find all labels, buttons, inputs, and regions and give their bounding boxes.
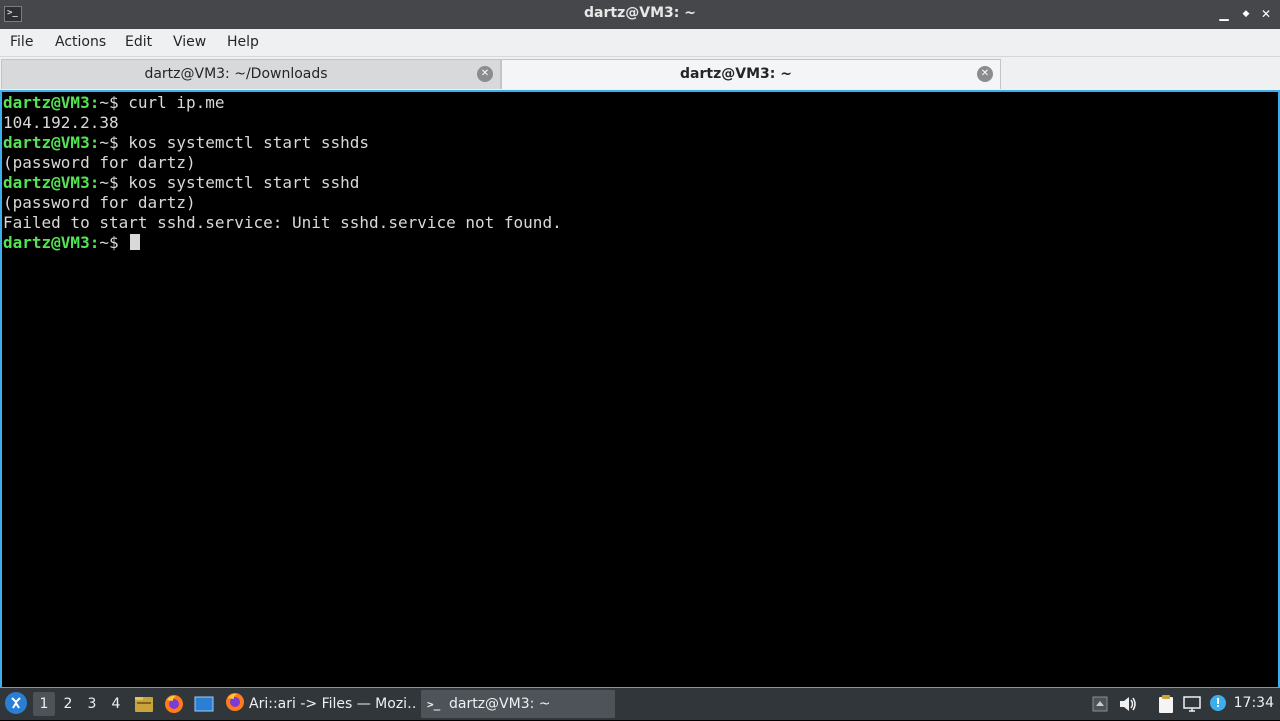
taskbar-clock[interactable]: 17:34 [1234,695,1274,711]
terminal-line: dartz@VM3:~$ [3,233,141,253]
task-firefox[interactable]: Ari::ari -> Files — Mozi… [222,690,418,718]
show-desktop-icon[interactable] [194,694,214,714]
menu-actions[interactable]: Actions [55,34,106,50]
update-icon[interactable] [1208,694,1228,714]
volume-icon[interactable] [1118,694,1138,714]
desktop-3-button[interactable]: 3 [81,692,103,716]
screen-icon[interactable] [1182,694,1202,714]
terminal-icon: >_ [427,698,441,711]
command-text: ~$ kos systemctl start sshds [99,133,370,152]
menu-bar: File Actions Edit View Help [0,29,1280,57]
command-text: ~$ kos systemctl start sshd [99,173,360,192]
minimize-button[interactable]: ▁ [1216,6,1232,22]
menu-help[interactable]: Help [227,34,259,50]
task-terminal[interactable]: >_ dartz@VM3: ~ [421,690,615,718]
file-manager-icon[interactable] [134,694,154,714]
close-button[interactable]: ✕ [1258,6,1274,22]
terminal-line: Failed to start sshd.service: Unit sshd.… [3,213,562,232]
task-label: Ari::ari -> Files — Mozi… [249,696,418,712]
tab-home[interactable]: dartz@VM3: ~ ✕ [501,59,1001,89]
tab-bar: dartz@VM3: ~/Downloads ✕ dartz@VM3: ~ ✕ [0,57,1280,90]
terminal-line: dartz@VM3:~$ kos systemctl start sshds [3,133,369,153]
terminal-line: (password for dartz) [3,153,196,172]
taskbar: 1 2 3 4 Ari::ari -> Files — Mozi… >_ dart… [0,688,1280,720]
clipboard-icon[interactable] [1156,694,1176,714]
prompt-user-host: dartz@VM3: [3,173,100,192]
tab-downloads[interactable]: dartz@VM3: ~/Downloads ✕ [1,59,501,89]
desktop-2-button[interactable]: 2 [57,692,79,716]
prompt-user-host: dartz@VM3: [3,233,100,252]
close-tab-icon[interactable]: ✕ [977,66,993,82]
terminal-line: (password for dartz) [3,193,196,212]
task-label: dartz@VM3: ~ [449,696,551,712]
start-menu-icon[interactable] [5,692,27,714]
desktop-4-button[interactable]: 4 [105,692,127,716]
firefox-icon[interactable] [164,694,184,714]
firefox-icon [225,692,245,712]
text-cursor [130,234,141,250]
window-title: dartz@VM3: ~ [584,5,696,21]
desktop-1-button[interactable]: 1 [33,692,55,716]
maximize-button[interactable]: ◆ [1238,6,1254,22]
prompt-user-host: dartz@VM3: [3,93,100,112]
tab-label: dartz@VM3: ~/Downloads [144,66,328,82]
menu-view[interactable]: View [173,34,206,50]
command-text: ~$ curl ip.me [99,93,225,112]
command-text: ~$ [99,233,129,252]
tab-label: dartz@VM3: ~ [680,66,792,82]
prompt-user-host: dartz@VM3: [3,133,100,152]
menu-file[interactable]: File [10,34,33,50]
terminal-view[interactable]: dartz@VM3:~$ curl ip.me 104.192.2.38 dar… [0,90,1280,688]
terminal-line: dartz@VM3:~$ curl ip.me [3,93,225,113]
terminal-line: dartz@VM3:~$ kos systemctl start sshd [3,173,359,193]
terminal-line: 104.192.2.38 [3,113,119,132]
menu-edit[interactable]: Edit [125,34,152,50]
close-tab-icon[interactable]: ✕ [477,66,493,82]
window-titlebar[interactable]: >_ dartz@VM3: ~ ▁ ◆ ✕ [0,0,1280,29]
show-hidden-icon[interactable] [1090,694,1110,714]
